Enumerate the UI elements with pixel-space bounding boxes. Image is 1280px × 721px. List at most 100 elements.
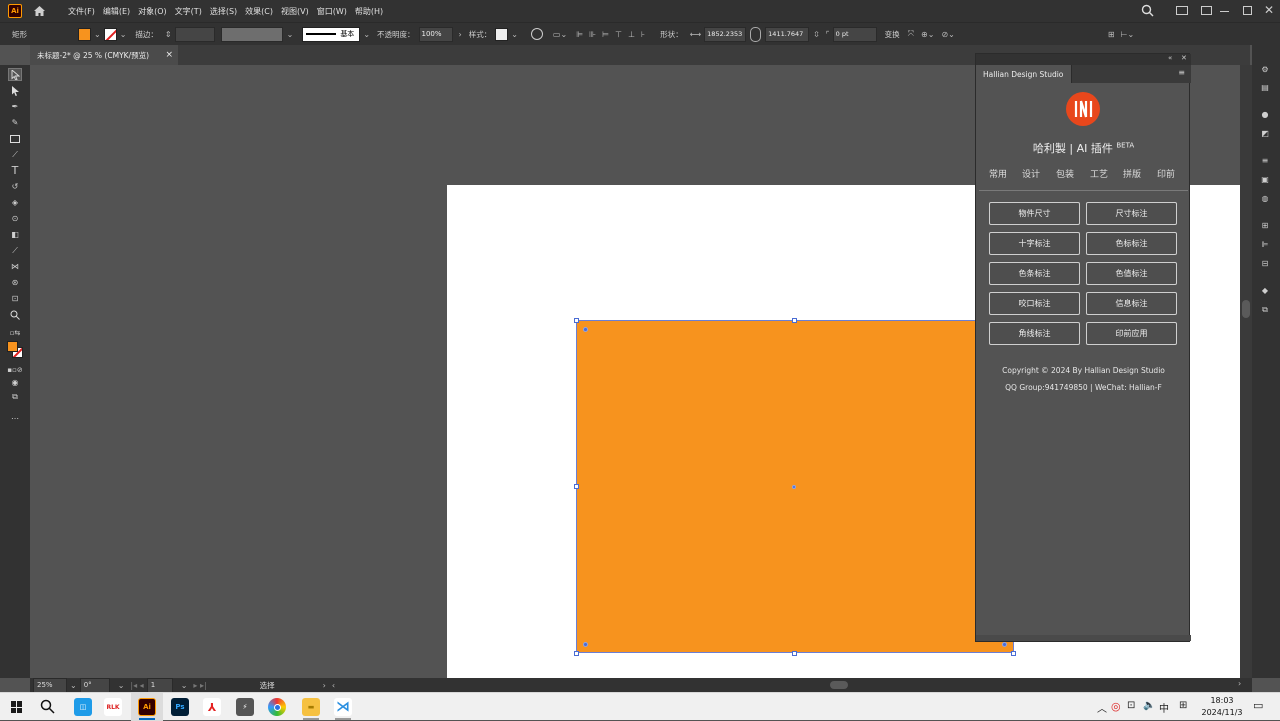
category-packaging[interactable]: 包装 [1056, 167, 1074, 180]
eyedropper-tool-icon[interactable]: ⟋ [8, 244, 22, 257]
photoshop-taskbar-icon[interactable]: Ps [171, 698, 189, 716]
tray-app-icon[interactable]: ◎ [1111, 700, 1121, 713]
recolor-icon[interactable] [530, 28, 543, 40]
gripper-mark-button[interactable]: 咬口标注 [989, 292, 1080, 315]
category-design[interactable]: 设计 [1022, 167, 1040, 180]
resize-handle[interactable] [792, 318, 797, 323]
paintbrush-tool-icon[interactable]: ⟋ [8, 148, 22, 161]
brush-definition[interactable]: 基本 [302, 26, 361, 42]
variable-width-profile[interactable] [220, 26, 283, 42]
menu-file[interactable]: 文件(F) [68, 6, 95, 17]
isolate-icon[interactable]: ⊕⌄ [921, 30, 934, 39]
type-tool-icon[interactable]: T [8, 164, 22, 177]
app-icon-1[interactable]: ◫ [74, 698, 92, 716]
ime-mode-icon[interactable]: ⊞ [1179, 700, 1187, 711]
color-bar-button[interactable]: 色条标注 [989, 262, 1080, 285]
gradient-icon[interactable]: ▣ [1258, 173, 1272, 186]
menu-window[interactable]: 窗口(W) [317, 6, 347, 17]
fill-stroke-icon[interactable] [6, 340, 24, 358]
pen-tool-icon[interactable]: ✒ [8, 100, 22, 113]
resize-handle[interactable] [574, 651, 579, 656]
scroll-left-icon[interactable]: ‹ [332, 681, 335, 690]
color-value-button[interactable]: 色值标注 [1086, 262, 1177, 285]
illustrator-taskbar-icon[interactable]: Ai [138, 698, 156, 716]
network-icon[interactable]: ⊡ [1127, 700, 1135, 711]
align-panel-icon[interactable]: ⊫ [1258, 238, 1272, 251]
transform-label[interactable]: 变换 [885, 29, 900, 40]
stroke-width-input[interactable] [174, 26, 215, 42]
menu-edit[interactable]: 编辑(E) [103, 6, 130, 17]
rotate-tool-icon[interactable]: ↺ [8, 180, 22, 193]
gradient-tool-icon[interactable]: ◧ [8, 228, 22, 241]
pathfinder-icon[interactable]: ⊟ [1258, 257, 1272, 270]
resize-handle[interactable] [1011, 651, 1016, 656]
vertical-scrollbar[interactable] [1240, 65, 1252, 678]
hscroll-thumb[interactable] [830, 681, 848, 689]
object-size-button[interactable]: 物件尺寸 [989, 202, 1080, 225]
scroll-thumb[interactable] [1242, 300, 1250, 318]
scroll-right-icon[interactable]: › [1238, 679, 1241, 688]
search-icon[interactable] [40, 699, 55, 716]
blend-tool-icon[interactable]: ⋈ [8, 260, 22, 273]
selection-tool-icon[interactable] [8, 68, 22, 81]
panel-tab[interactable]: Hallian Design Studio [976, 65, 1072, 83]
explorer-taskbar-icon[interactable]: ▬ [302, 698, 320, 716]
status-chevron[interactable]: › [323, 681, 326, 690]
clock-time[interactable]: 18:03 [1202, 696, 1242, 705]
vscode-taskbar-icon[interactable]: ⋊ [334, 698, 352, 716]
artboard-number[interactable]: 1 [146, 677, 173, 693]
chrome-taskbar-icon[interactable] [268, 698, 286, 716]
cross-mark-button[interactable]: 十字标注 [989, 232, 1080, 255]
shape-width-input[interactable]: 1852.2353 [704, 26, 747, 42]
category-imposition[interactable]: 拼版 [1123, 167, 1141, 180]
corner-widget[interactable] [583, 327, 588, 332]
transform-icon[interactable]: ⤧ [908, 29, 914, 39]
tray-expand-icon[interactable]: ︿ [1097, 700, 1107, 715]
transform-panel-icon[interactable]: ⊞ [1258, 219, 1272, 232]
menu-type[interactable]: 文字(T) [175, 6, 202, 17]
menu-select[interactable]: 选择(S) [210, 6, 237, 17]
pdf-taskbar-icon[interactable]: ⅄ [203, 698, 221, 716]
panel-resize-bar[interactable] [976, 635, 1191, 641]
prepress-apply-button[interactable]: 印前应用 [1086, 322, 1177, 345]
chevron-right-icon[interactable]: › [459, 30, 462, 39]
document-tab[interactable]: 未标题-2* @ 25 % (CMYK/预览) × [30, 45, 178, 65]
more-tools-icon[interactable]: ⋯ [8, 412, 22, 425]
panel-menu-icon[interactable]: ⊢⌄ [1121, 30, 1135, 39]
color-mode-icon[interactable]: ▪▫⊘ [7, 363, 22, 376]
app-icon-6[interactable]: ⚡ [236, 698, 254, 716]
transparency-icon[interactable]: ◍ [1258, 192, 1272, 205]
stepper-icon[interactable]: ⇕ [165, 30, 172, 39]
draw-mode-icon[interactable]: ◉ [8, 376, 22, 389]
stroke-icon[interactable]: ≡ [1258, 154, 1272, 167]
clock-date[interactable]: 2024/11/3 [1197, 708, 1247, 717]
libraries-icon[interactable]: ▤ [1258, 81, 1272, 94]
corner-mark-button[interactable]: 角线标注 [989, 322, 1080, 345]
color-icon[interactable]: ● [1258, 108, 1272, 121]
category-common[interactable]: 常用 [989, 167, 1007, 180]
zoom-select[interactable]: 25% [33, 677, 67, 693]
align-icons[interactable]: ⊫⊪⊨⊤⊥⊦ [576, 30, 651, 39]
shape-builder-icon[interactable]: ⊙ [8, 212, 22, 225]
resize-handle[interactable] [574, 318, 579, 323]
opacity-input[interactable]: 100% [418, 26, 453, 42]
panel-toggle-icon[interactable]: ⊞ [1108, 30, 1115, 39]
resize-handle[interactable] [574, 484, 579, 489]
artboard-tool-icon[interactable]: ⊡ [8, 292, 22, 305]
start-icon[interactable] [11, 701, 23, 713]
stroke-swatch[interactable] [103, 27, 117, 41]
direct-selection-tool-icon[interactable] [8, 84, 22, 97]
category-craft[interactable]: 工艺 [1090, 167, 1108, 180]
chevron-down-icon[interactable]: ⌄ [120, 30, 127, 39]
volume-icon[interactable]: 🔈 [1143, 700, 1155, 711]
maximize-icon[interactable] [1243, 6, 1252, 15]
symbol-sprayer-icon[interactable]: ⊛ [8, 276, 22, 289]
shape-height-input[interactable]: 1411.7647 [765, 26, 810, 42]
menu-effect[interactable]: 效果(C) [245, 6, 273, 17]
graphic-style-swatch[interactable] [495, 27, 509, 41]
screen-mode-icon[interactable]: ⧉ [8, 390, 22, 403]
eraser-tool-icon[interactable]: ◈ [8, 196, 22, 209]
link-icon[interactable] [750, 26, 762, 42]
swap-colors-icon[interactable]: ▫⇆ [8, 326, 22, 339]
menu-view[interactable]: 视图(V) [281, 6, 309, 17]
